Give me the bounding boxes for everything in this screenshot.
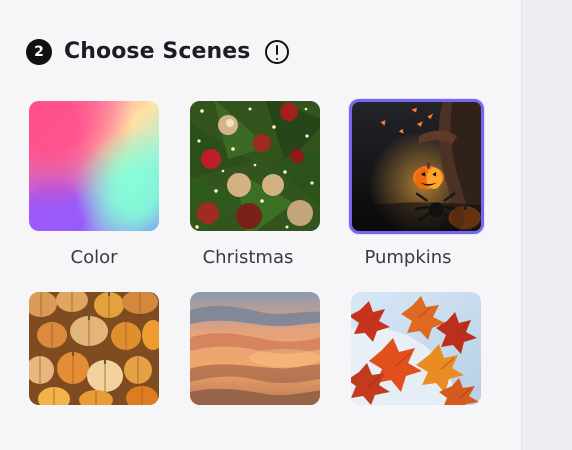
pumpkin-pile-thumbnail <box>29 292 159 405</box>
scene-label-christmas: Christmas <box>202 247 294 268</box>
sunset-clouds-thumbnail <box>190 292 320 405</box>
scene-selector-panel: 2 Choose Scenes Color Christmas Pumpkins <box>0 0 521 450</box>
info-icon-mark <box>275 45 278 60</box>
scene-card-autumn-leaves[interactable] <box>351 292 481 405</box>
scene-card-pumpkin-pile[interactable] <box>29 292 159 405</box>
info-icon[interactable] <box>264 40 289 64</box>
pumpkins-thumbnail <box>352 102 481 231</box>
scene-label-color: Color <box>70 247 118 268</box>
scene-card-sunset-clouds[interactable] <box>190 292 320 405</box>
scene-card-christmas[interactable] <box>190 101 320 231</box>
christmas-thumbnail <box>190 101 320 231</box>
scene-card-pumpkins[interactable] <box>349 99 484 234</box>
scene-card-color[interactable] <box>29 101 159 231</box>
color-gradient-thumbnail <box>29 101 159 231</box>
scene-label-pumpkins: Pumpkins <box>364 247 452 268</box>
step-number-badge: 2 <box>26 39 52 65</box>
section-title: Choose Scenes <box>64 39 251 64</box>
choose-scenes-header: 2 Choose Scenes <box>26 36 289 68</box>
side-panel-edge <box>521 0 572 450</box>
autumn-leaves-thumbnail <box>351 292 481 405</box>
